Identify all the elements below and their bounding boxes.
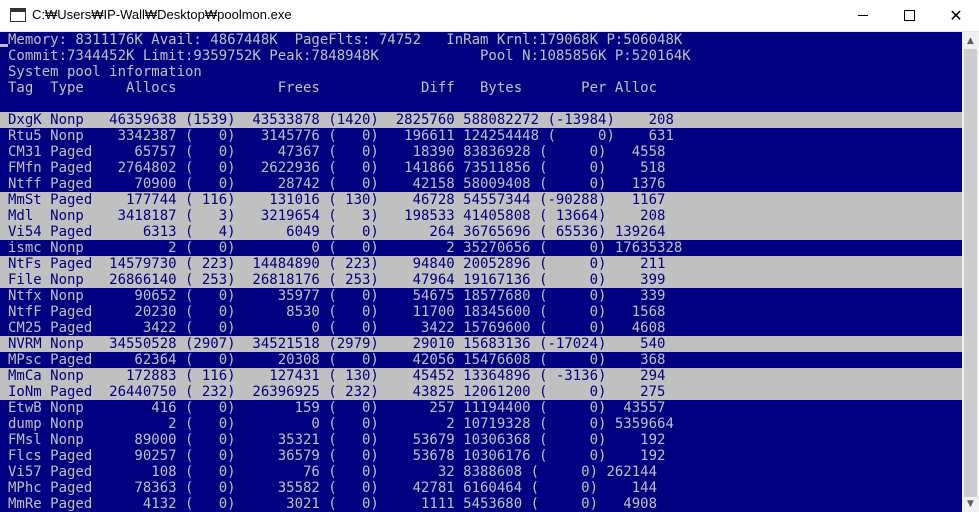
close-button[interactable]: ✕ <box>933 0 979 31</box>
close-icon: ✕ <box>949 7 963 25</box>
pool-row-text: NVRM Nonp 34550528 (2907) 34521518 (2979… <box>8 336 666 352</box>
pool-row: MPhc Paged 78363 ( 0) 35582 ( 0) 42781 6… <box>0 480 962 496</box>
pool-row-text: Flcs Paged 90257 ( 0) 36579 ( 0) 53678 1… <box>8 448 666 464</box>
pool-row: MmRe Paged 4132 ( 0) 3021 ( 0) 1111 5453… <box>0 496 962 512</box>
pool-row: Ntfx Nonp 90652 ( 0) 35977 ( 0) 54675 18… <box>0 288 962 304</box>
pool-row: Vi57 Paged 108 ( 0) 76 ( 0) 32 8388608 (… <box>0 464 962 480</box>
minimize-icon <box>858 15 868 16</box>
pool-row-text: MmRe Paged 4132 ( 0) 3021 ( 0) 1111 5453… <box>8 496 658 512</box>
console-app-icon <box>10 8 26 22</box>
pool-row: NtfF Paged 20230 ( 0) 8530 ( 0) 11700 18… <box>0 304 962 320</box>
maximize-button[interactable] <box>886 0 932 31</box>
pool-row-text: DxgK Nonp 46359638 (1539) 43533878 (1420… <box>8 112 674 128</box>
pool-row: FMfn Paged 2764802 ( 0) 2622936 ( 0) 141… <box>0 160 962 176</box>
pool-row-text: NtFs Paged 14579730 ( 223) 14484890 ( 22… <box>8 256 666 272</box>
pool-row-text: CM25 Paged 3422 ( 0) 0 ( 0) 3422 1576960… <box>8 320 666 336</box>
scrollbar-thumb[interactable] <box>964 49 977 497</box>
section-title: System pool information <box>8 64 202 80</box>
column-headers: Tag Type Allocs Frees Diff Bytes Per All… <box>8 80 658 96</box>
minimize-button[interactable] <box>840 0 886 31</box>
window-title: C:₩Users₩IP-Wall₩Desktop₩poolmon.exe <box>32 7 292 22</box>
pool-row-text: MmCa Nonp 172883 ( 116) 127431 ( 130) 45… <box>8 368 666 384</box>
pool-row: MmCa Nonp 172883 ( 116) 127431 ( 130) 45… <box>0 368 962 384</box>
pool-row-text: dump Nonp 2 ( 0) 0 ( 0) 2 10719328 ( 0) … <box>8 416 674 432</box>
pool-row-text: IoNm Paged 26440750 ( 232) 26396925 ( 23… <box>8 384 666 400</box>
pool-row: NtFs Paged 14579730 ( 223) 14484890 ( 22… <box>0 256 962 272</box>
pool-row-text: Ntfx Nonp 90652 ( 0) 35977 ( 0) 54675 18… <box>8 288 666 304</box>
scroll-down-arrow-icon[interactable]: ▼ <box>962 495 979 512</box>
pool-row-text: Vi57 Paged 108 ( 0) 76 ( 0) 32 8388608 (… <box>8 464 658 480</box>
pool-row: CM25 Paged 3422 ( 0) 0 ( 0) 3422 1576960… <box>0 320 962 336</box>
pool-row: Mdl Nonp 3418187 ( 3) 3219654 ( 3) 19853… <box>0 208 962 224</box>
pool-row: Flcs Paged 90257 ( 0) 36579 ( 0) 53678 1… <box>0 448 962 464</box>
pool-row: MmSt Paged 177744 ( 116) 131016 ( 130) 4… <box>0 192 962 208</box>
vertical-scrollbar[interactable]: ▲ ▼ <box>962 32 979 512</box>
pool-row-text: Rtu5 Nonp 3342387 ( 0) 3145776 ( 0) 1966… <box>8 128 674 144</box>
pool-row: ismc Nonp 2 ( 0) 0 ( 0) 2 35270656 ( 0) … <box>0 240 962 256</box>
pool-row: Vi54 Paged 6313 ( 4) 6049 ( 0) 264 36765… <box>0 224 962 240</box>
pool-row: Ntff Paged 70900 ( 0) 28742 ( 0) 42158 5… <box>0 176 962 192</box>
pool-row-text: NtfF Paged 20230 ( 0) 8530 ( 0) 11700 18… <box>8 304 666 320</box>
pool-row: Rtu5 Nonp 3342387 ( 0) 3145776 ( 0) 1966… <box>0 128 962 144</box>
console-output[interactable]: Memory: 8311176K Avail: 4867448K PageFlt… <box>0 32 962 512</box>
pool-row-text: Mdl Nonp 3418187 ( 3) 3219654 ( 3) 19853… <box>8 208 666 224</box>
pool-row-text: EtwB Nonp 416 ( 0) 159 ( 0) 257 11194400… <box>8 400 666 416</box>
scroll-up-arrow-icon[interactable]: ▲ <box>962 32 979 49</box>
pool-row: NVRM Nonp 34550528 (2907) 34521518 (2979… <box>0 336 962 352</box>
pool-row: EtwB Nonp 416 ( 0) 159 ( 0) 257 11194400… <box>0 400 962 416</box>
pool-row: IoNm Paged 26440750 ( 232) 26396925 ( 23… <box>0 384 962 400</box>
pool-row-text: MmSt Paged 177744 ( 116) 131016 ( 130) 4… <box>8 192 666 208</box>
text-cursor <box>0 44 8 47</box>
pool-row-text: File Nonp 26866140 ( 253) 26818176 ( 253… <box>8 272 666 288</box>
pool-row-text: Ntff Paged 70900 ( 0) 28742 ( 0) 42158 5… <box>8 176 666 192</box>
commit-summary-line: Commit:7344452K Limit:9359752K Peak:7848… <box>8 48 691 64</box>
pool-row: FMsl Nonp 89000 ( 0) 35321 ( 0) 53679 10… <box>0 432 962 448</box>
pool-row: CM31 Paged 65757 ( 0) 47367 ( 0) 18390 8… <box>0 144 962 160</box>
title-bar[interactable]: C:₩Users₩IP-Wall₩Desktop₩poolmon.exe ✕ <box>0 0 979 32</box>
memory-summary-line: Memory: 8311176K Avail: 4867448K PageFlt… <box>8 32 683 48</box>
pool-row-text: ismc Nonp 2 ( 0) 0 ( 0) 2 35270656 ( 0) … <box>8 240 683 256</box>
pool-row: DxgK Nonp 46359638 (1539) 43533878 (1420… <box>0 112 962 128</box>
pool-row-text: Vi54 Paged 6313 ( 4) 6049 ( 0) 264 36765… <box>8 224 666 240</box>
pool-row: File Nonp 26866140 ( 253) 26818176 ( 253… <box>0 272 962 288</box>
pool-row-text: FMsl Nonp 89000 ( 0) 35321 ( 0) 53679 10… <box>8 432 666 448</box>
pool-row: MPsc Paged 62364 ( 0) 20308 ( 0) 42056 1… <box>0 352 962 368</box>
pool-row-text: MPhc Paged 78363 ( 0) 35582 ( 0) 42781 6… <box>8 480 658 496</box>
pool-row-text: MPsc Paged 62364 ( 0) 20308 ( 0) 42056 1… <box>8 352 666 368</box>
pool-row-text: CM31 Paged 65757 ( 0) 47367 ( 0) 18390 8… <box>8 144 666 160</box>
pool-row: dump Nonp 2 ( 0) 0 ( 0) 2 10719328 ( 0) … <box>0 416 962 432</box>
pool-row-text: FMfn Paged 2764802 ( 0) 2622936 ( 0) 141… <box>8 160 666 176</box>
maximize-icon <box>903 10 915 21</box>
